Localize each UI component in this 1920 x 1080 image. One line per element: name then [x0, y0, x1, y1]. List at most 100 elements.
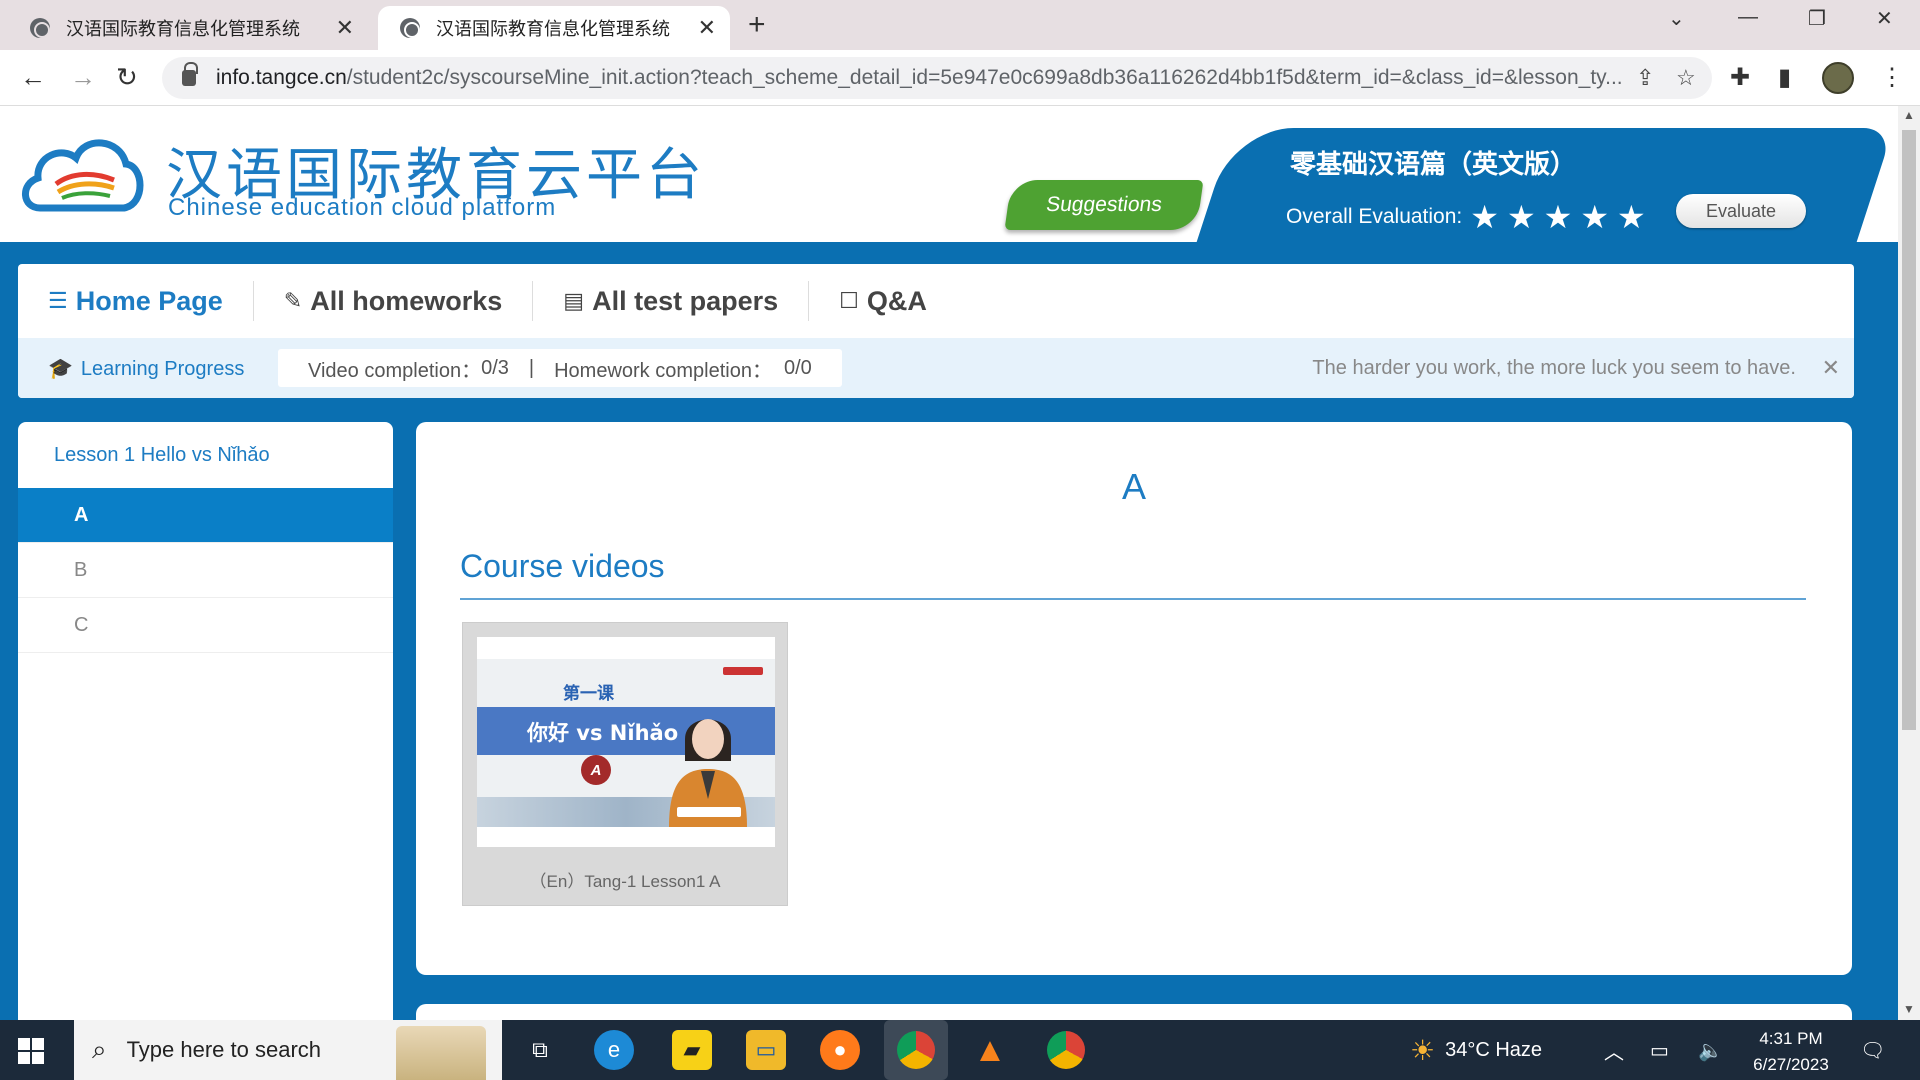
motto-text: The harder you work, the more luck you s…: [1312, 356, 1796, 379]
sidebar-item-a[interactable]: A: [18, 488, 393, 543]
overall-evaluation: Overall Evaluation: ★ ★ ★ ★ ★: [1286, 198, 1646, 236]
cloud-logo-icon: [22, 139, 144, 212]
teacher-figure-icon: [669, 719, 747, 827]
star-icon[interactable]: ★: [1507, 199, 1536, 235]
course-title: 零基础汉语篇（英文版）: [1290, 150, 1577, 180]
browser-tab[interactable]: 汉语国际教育信息化管理系统 ✕: [8, 6, 368, 50]
restore-button[interactable]: ❐: [1808, 6, 1826, 31]
thumbnail-title: 你好 vs Nǐhǎo: [527, 721, 679, 745]
tab-search-icon[interactable]: ⌄: [1668, 6, 1685, 31]
homework-completion-label: Homework completion：: [554, 359, 772, 382]
search-highlight-art: [396, 1026, 486, 1080]
scroll-up-arrow-icon[interactable]: ▲: [1903, 108, 1915, 122]
lesson-title[interactable]: Lesson 1 Hello vs Nǐhǎo: [18, 422, 393, 488]
page: 汉语国际教育云平台 Chinese education cloud platfo…: [0, 106, 1898, 1020]
page-scrollbar[interactable]: ▲ ▼: [1898, 106, 1920, 1020]
window-close-button[interactable]: ✕: [1876, 6, 1893, 31]
scroll-down-arrow-icon[interactable]: ▼: [1903, 1002, 1915, 1016]
new-tab-button[interactable]: +: [748, 8, 766, 42]
next-content-panel: [416, 1004, 1852, 1020]
close-icon[interactable]: ✕: [336, 15, 354, 41]
scrollbar-thumb[interactable]: [1902, 130, 1916, 730]
video-caption[interactable]: （En）Tang-1 Lesson1 A: [463, 867, 787, 892]
weather-widget[interactable]: ☀ 34°C Haze: [1410, 1020, 1542, 1080]
video-thumbnail[interactable]: 第一课 你好 vs Nǐhǎo A: [477, 637, 775, 847]
nav-qa[interactable]: ☐ Q&A: [809, 281, 957, 321]
share-icon[interactable]: ⇪: [1636, 65, 1654, 91]
edit-icon: ✎: [283, 288, 303, 313]
overall-label: Overall Evaluation:: [1286, 205, 1463, 228]
homework-completion-value: 0/0: [783, 356, 812, 379]
learning-progress-bar: 🎓 Learning Progress Video completion： 0/3…: [18, 338, 1854, 398]
lesson-content: A Course videos 第一课 你好 vs Nǐhǎo A （En）Ta…: [416, 422, 1852, 975]
nav-label: All test papers: [592, 285, 779, 316]
star-icon[interactable]: ★: [1470, 199, 1499, 235]
lock-icon: [182, 62, 198, 86]
nav-home-page[interactable]: ☰ Home Page: [18, 281, 254, 321]
star-icon[interactable]: ★: [1580, 199, 1609, 235]
star-icon[interactable]: ★: [1617, 199, 1646, 235]
bookmark-star-icon[interactable]: ☆: [1676, 65, 1696, 91]
chrome-icon[interactable]: [884, 1020, 948, 1080]
paper-icon: ▤: [563, 288, 585, 313]
thumbnail-badge: A: [581, 755, 611, 785]
close-icon[interactable]: ✕: [1822, 355, 1840, 381]
main-nav: ☰ Home Page ✎ All homeworks ▤ All test p…: [18, 264, 1854, 338]
logo-english-text: Chinese education cloud platform: [168, 194, 557, 221]
learning-progress-text: Learning Progress: [80, 357, 245, 380]
edge-icon[interactable]: e: [594, 1030, 634, 1070]
thumbnail-lesson-label: 第一课: [563, 684, 614, 704]
profile-avatar[interactable]: [1822, 62, 1854, 94]
vlc-icon[interactable]: ▲: [970, 1030, 1010, 1070]
system-clock[interactable]: 4:31 PM 6/27/2023: [1746, 1026, 1836, 1078]
tab-title: 汉语国际教育信息化管理系统: [436, 19, 670, 39]
notifications-icon[interactable]: 🗨: [1860, 1020, 1885, 1080]
rating-stars[interactable]: ★ ★ ★ ★ ★: [1462, 198, 1645, 236]
minimize-button[interactable]: —: [1738, 6, 1758, 29]
back-icon[interactable]: ←: [20, 62, 46, 93]
lesson-sidebar: Lesson 1 Hello vs Nǐhǎo A B C: [18, 422, 393, 1020]
chrome-profile-icon[interactable]: [1046, 1030, 1086, 1070]
tab-title: 汉语国际教育信息化管理系统: [66, 19, 300, 39]
star-icon[interactable]: ★: [1544, 199, 1573, 235]
url-host: info.tangce.cn: [216, 66, 347, 89]
main-nav-panel: ☰ Home Page ✎ All homeworks ▤ All test p…: [18, 264, 1854, 398]
video-completion-value: 0/3: [481, 356, 509, 379]
video-completion-label: Video completion：: [308, 359, 482, 382]
firefox-icon[interactable]: ●: [820, 1030, 860, 1070]
globe-icon: [30, 18, 50, 38]
suggestions-button[interactable]: Suggestions: [1004, 180, 1204, 230]
stats-separator: |: [528, 356, 535, 379]
file-explorer-icon[interactable]: ▭: [746, 1030, 786, 1070]
sidebar-item-b[interactable]: B: [18, 543, 393, 598]
chat-icon: ☐: [839, 288, 859, 313]
sticky-notes-icon[interactable]: ▰: [672, 1030, 712, 1070]
sidebar-item-c[interactable]: C: [18, 598, 393, 653]
progress-stats: Video completion： 0/3 | Homework complet…: [278, 349, 842, 387]
reload-icon[interactable]: ↻: [116, 62, 138, 93]
side-panel-icon[interactable]: ▮: [1778, 63, 1791, 92]
menu-icon[interactable]: ⋮: [1880, 63, 1904, 92]
url-field[interactable]: info.tangce.cn/student2c/syscourseMine_i…: [162, 57, 1712, 99]
browser-tab-active[interactable]: 汉语国际教育信息化管理系统 ✕: [378, 6, 730, 50]
battery-icon[interactable]: ▭: [1650, 1020, 1669, 1080]
close-icon[interactable]: ✕: [698, 15, 716, 41]
weather-haze-icon: ☀: [1410, 1034, 1436, 1066]
search-placeholder: Type here to search: [126, 1037, 322, 1062]
tray-chevron-icon[interactable]: ︿: [1604, 1020, 1624, 1080]
nav-label: Home Page: [75, 285, 223, 316]
taskbar-search[interactable]: ⌕ Type here to search: [74, 1020, 502, 1080]
nav-all-test-papers[interactable]: ▤ All test papers: [533, 281, 810, 321]
windows-start-icon[interactable]: [18, 1038, 44, 1064]
task-view-icon[interactable]: ⧉: [520, 1030, 560, 1070]
evaluate-button[interactable]: Evaluate: [1676, 194, 1806, 228]
site-header: 汉语国际教育云平台 Chinese education cloud platfo…: [0, 106, 1898, 244]
forward-icon[interactable]: →: [70, 62, 96, 93]
nav-all-homeworks[interactable]: ✎ All homeworks: [254, 281, 534, 321]
browser-tab-bar: 汉语国际教育信息化管理系统 ✕ 汉语国际教育信息化管理系统 ✕ + ⌄ — ❐ …: [0, 0, 1920, 50]
section-title: A: [1121, 466, 1146, 507]
extensions-icon[interactable]: ✚: [1730, 63, 1750, 92]
video-card[interactable]: 第一课 你好 vs Nǐhǎo A （En）Tang-1 Lesson1 A: [462, 622, 788, 906]
volume-icon[interactable]: 🔈: [1698, 1020, 1723, 1080]
windows-taskbar: ⌕ Type here to search ⧉ e ▰ ▭ ● ▲ ☀ 34°C…: [0, 1020, 1920, 1080]
